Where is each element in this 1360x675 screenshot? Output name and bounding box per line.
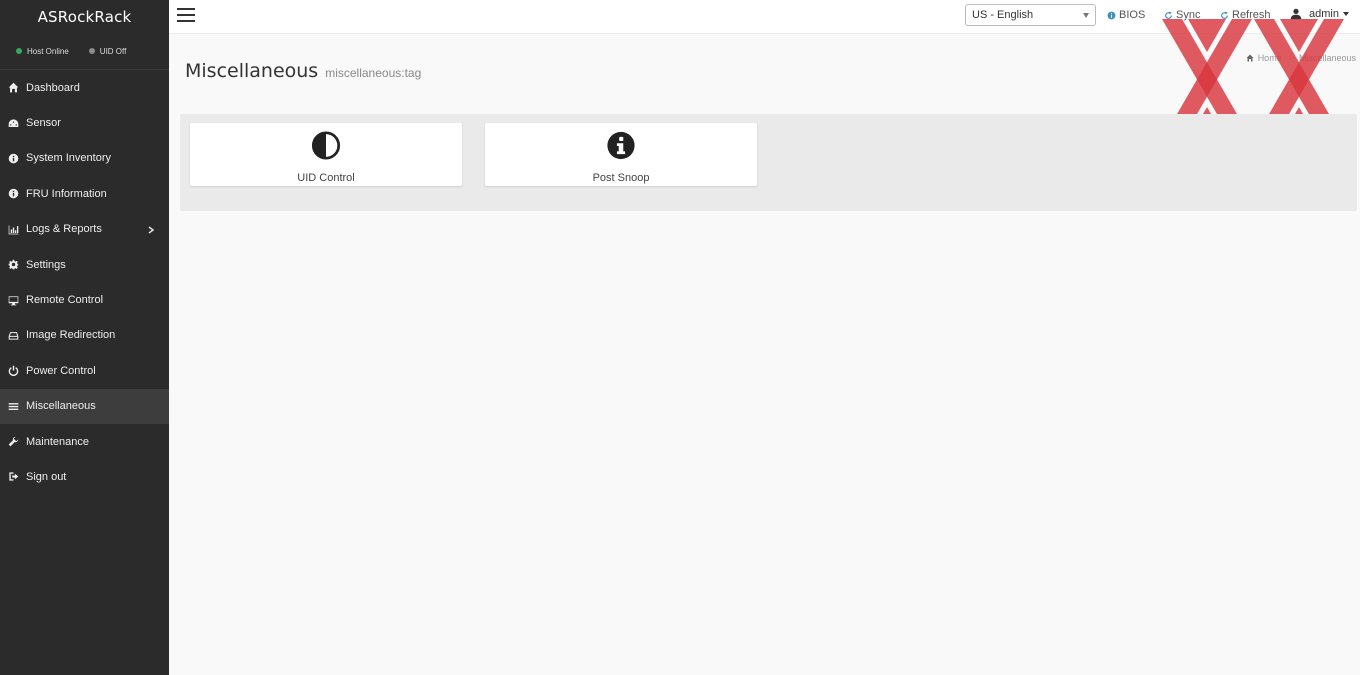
wrench-icon xyxy=(8,436,19,447)
bios-label: BIOS xyxy=(1119,9,1146,21)
sidebar-item-label: Sign out xyxy=(26,470,67,483)
sidebar-item-label: Settings xyxy=(26,258,66,271)
sidebar-item-label: Sensor xyxy=(26,117,61,130)
language-select[interactable]: US - English xyxy=(965,4,1096,26)
host-status-label: Host Online xyxy=(27,46,69,56)
sidebar-item-power-control[interactable]: Power Control xyxy=(0,353,169,388)
info-circle-icon xyxy=(8,188,19,199)
user-menu[interactable]: admin xyxy=(1290,8,1349,20)
sidebar-item-label: Logs & Reports xyxy=(26,223,102,236)
sidebar-item-label: Miscellaneous xyxy=(26,400,96,413)
post-snoop-tile[interactable]: Post Snoop xyxy=(485,123,757,186)
sync-link[interactable]: Sync xyxy=(1164,9,1200,21)
sidebar-item-logs-reports[interactable]: Logs & Reports xyxy=(0,212,169,247)
refresh-label: Refresh xyxy=(1232,9,1271,21)
uid-status: UID Off xyxy=(88,46,127,56)
content-panel: UID Control Post Snoop xyxy=(180,114,1357,211)
uid-status-label: UID Off xyxy=(99,46,127,56)
page-subtitle: miscellaneous:tag xyxy=(325,66,422,80)
language-select-value: US - English xyxy=(972,9,1034,21)
uid-status-dot-icon xyxy=(88,48,95,54)
sidebar-item-label: Power Control xyxy=(26,364,96,377)
chevron-right-icon xyxy=(147,225,155,234)
bios-link[interactable]: BIOS xyxy=(1107,9,1145,21)
home-icon xyxy=(1246,54,1254,62)
sidebar-item-label: Maintenance xyxy=(26,435,89,448)
power-icon xyxy=(8,365,19,377)
caret-down-icon xyxy=(1342,12,1349,16)
refresh-link[interactable]: Refresh xyxy=(1220,9,1271,21)
monitor-icon xyxy=(8,295,19,306)
sidebar-item-label: System Inventory xyxy=(26,152,111,165)
sidebar-item-label: Dashboard xyxy=(26,81,80,94)
top-bar: US - English BIOS Sync Refresh admin xyxy=(169,0,1360,34)
caret-down-icon xyxy=(1083,13,1089,18)
sign-out-icon xyxy=(8,471,19,482)
status-bar: Host Online UID Off xyxy=(0,33,169,70)
sidebar-item-label: Image Redirection xyxy=(26,329,116,342)
sidebar-item-miscellaneous[interactable]: Miscellaneous xyxy=(0,388,169,424)
post-snoop-label: Post Snoop xyxy=(592,172,650,184)
info-circle-icon xyxy=(1107,11,1116,19)
page-header: Miscellaneous miscellaneous:tag xyxy=(185,60,421,82)
breadcrumb-separator: > xyxy=(1287,53,1293,63)
gear-icon xyxy=(8,259,19,270)
sync-icon xyxy=(1165,11,1172,19)
info-circle-icon xyxy=(607,131,635,160)
host-status-dot-icon xyxy=(16,48,22,54)
sidebar-item-remote-control[interactable]: Remote Control xyxy=(0,282,169,317)
sidebar-item-sign-out[interactable]: Sign out xyxy=(0,459,169,494)
bar-chart-icon xyxy=(8,224,19,235)
breadcrumb: Home > Miscellaneous xyxy=(1246,53,1356,63)
sidebar-item-label: FRU Information xyxy=(26,187,107,200)
uid-control-label: UID Control xyxy=(297,172,355,184)
sync-label: Sync xyxy=(1176,9,1201,21)
sidebar-item-dashboard[interactable]: Dashboard xyxy=(0,70,169,105)
sidebar-item-fru-information[interactable]: FRU Information xyxy=(0,176,169,211)
sidebar-nav: Dashboard Sensor System Inventory FRU In… xyxy=(0,70,169,495)
sidebar-item-sensor[interactable]: Sensor xyxy=(0,105,169,140)
page-title: Miscellaneous xyxy=(185,60,319,82)
breadcrumb-current: Miscellaneous xyxy=(1298,53,1356,63)
uid-control-tile[interactable]: UID Control xyxy=(190,123,462,186)
breadcrumb-home-link[interactable]: Home xyxy=(1258,53,1282,63)
sidebar-item-label: Remote Control xyxy=(26,294,104,307)
sidebar-item-settings[interactable]: Settings xyxy=(0,247,169,282)
hamburger-menu-icon[interactable] xyxy=(177,8,195,22)
brand-logo: ASRockRack xyxy=(37,7,132,26)
sidebar-item-maintenance[interactable]: Maintenance xyxy=(0,424,169,459)
refresh-icon xyxy=(1221,11,1228,19)
contrast-half-circle-icon xyxy=(311,131,341,160)
home-icon xyxy=(8,82,19,93)
info-circle-icon xyxy=(8,153,19,164)
sidebar-item-system-inventory[interactable]: System Inventory xyxy=(0,141,169,176)
sidebar: ASRockRack Host Online UID Off Dashboard… xyxy=(0,0,169,675)
user-name: admin xyxy=(1309,8,1339,20)
user-icon xyxy=(1290,8,1302,20)
list-icon xyxy=(8,401,19,412)
drive-icon xyxy=(8,330,19,341)
sidebar-item-image-redirection[interactable]: Image Redirection xyxy=(0,318,169,353)
dashboard-gauge-icon xyxy=(8,118,19,129)
host-status: Host Online xyxy=(16,47,69,56)
